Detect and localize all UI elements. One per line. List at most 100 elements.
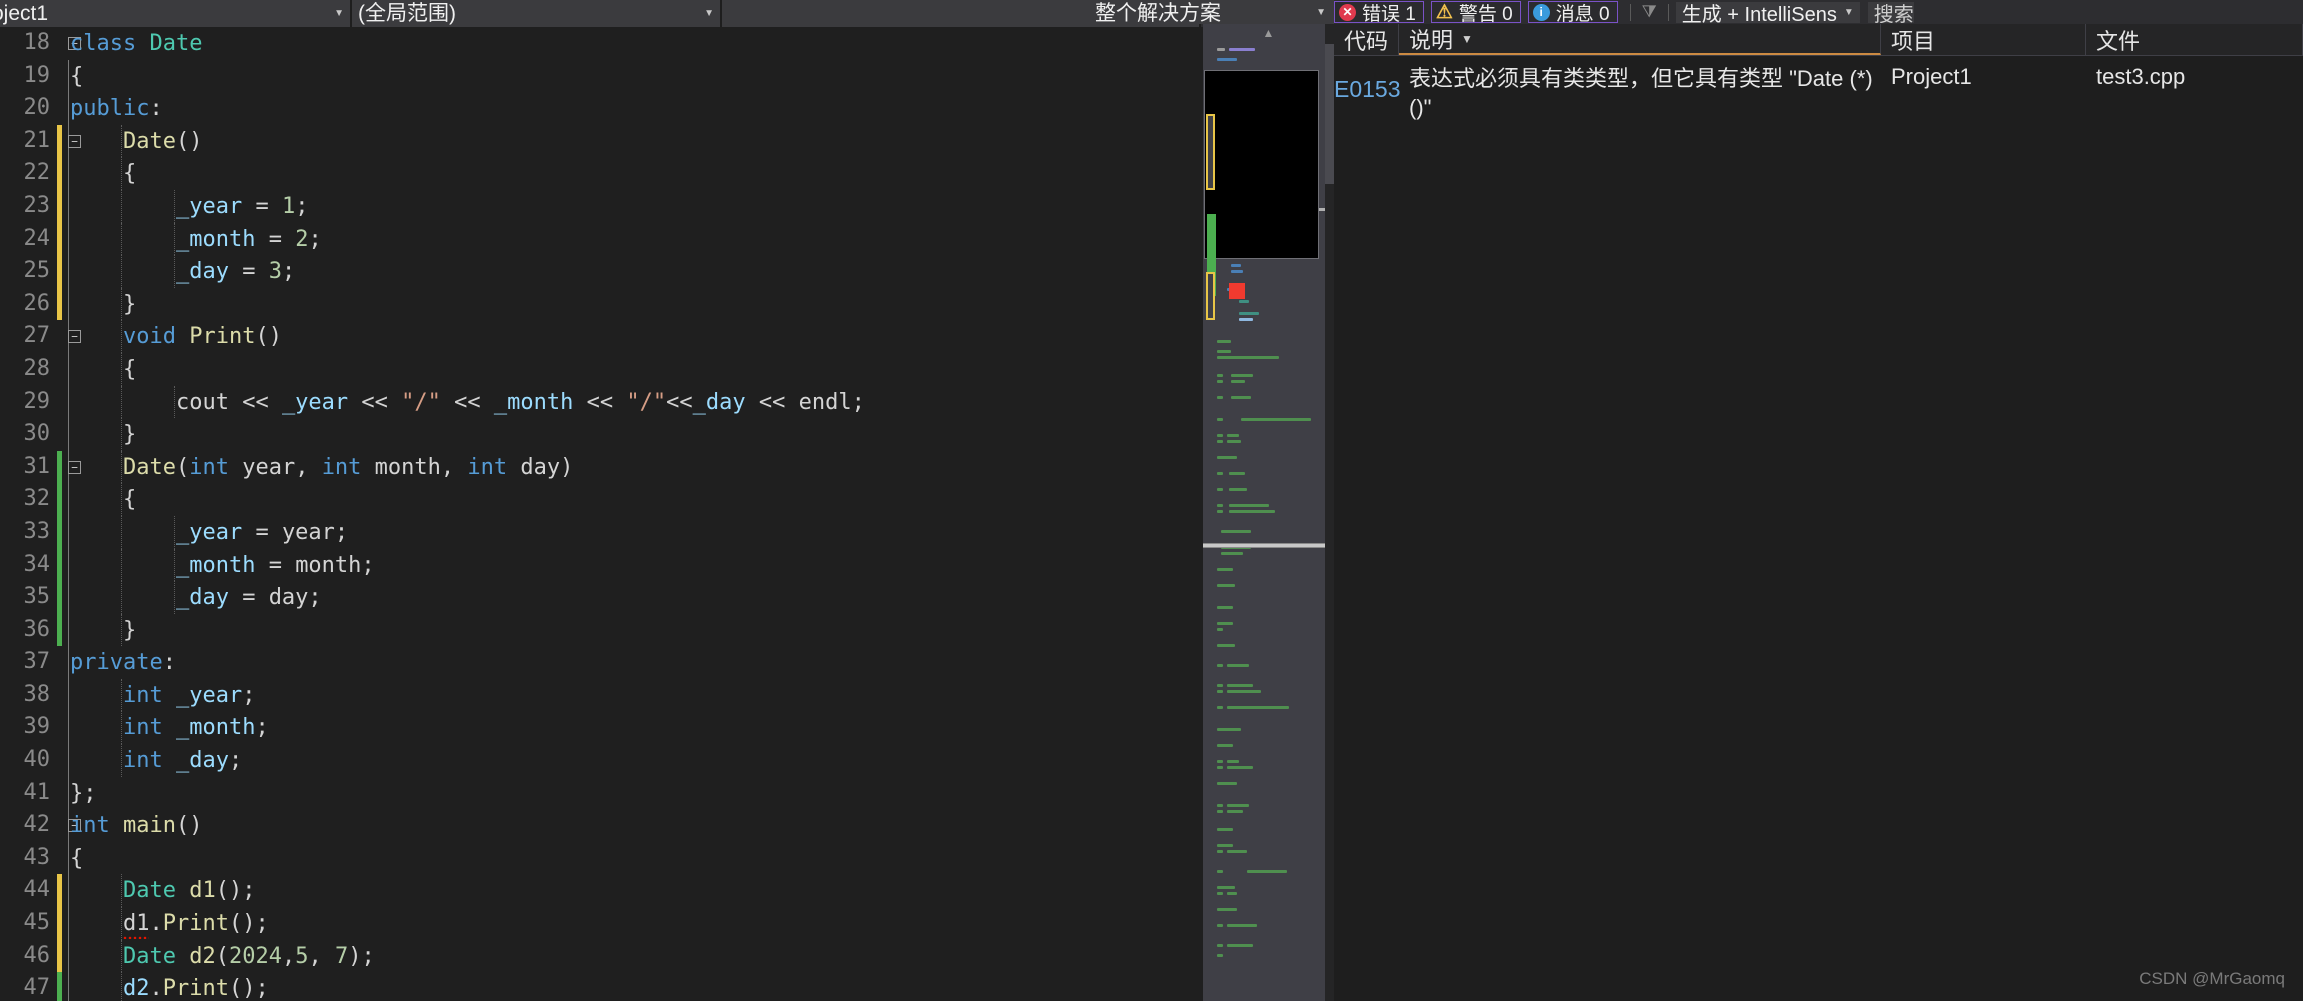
messages-toggle-button[interactable]: i 消息 0 bbox=[1528, 1, 1618, 23]
minimap-scrollbar[interactable] bbox=[1325, 0, 1334, 1001]
minimap-line bbox=[1227, 760, 1239, 763]
code-line[interactable]: 39 int _month; bbox=[0, 711, 1203, 744]
minimap-line bbox=[1217, 472, 1223, 475]
code-line[interactable]: 20public: bbox=[0, 92, 1203, 125]
line-number: 18 bbox=[10, 27, 50, 60]
minimap-line bbox=[1227, 684, 1253, 687]
change-marker-yellow bbox=[57, 190, 62, 223]
warnings-toggle-label: 警告 0 bbox=[1459, 0, 1513, 26]
editor-navigation-bar: oject1 ▼ (全局范围) ▼ ▼ bbox=[0, 0, 1203, 27]
code-text: _day = day; bbox=[70, 582, 322, 615]
minimap-line bbox=[1217, 886, 1235, 889]
code-line[interactable]: 37private: bbox=[0, 646, 1203, 679]
code-line[interactable]: 21− Date() bbox=[0, 125, 1203, 158]
code-line[interactable]: 47 d2.Print(); bbox=[0, 972, 1203, 1001]
project-scope-dropdown[interactable]: oject1 ▼ bbox=[0, 0, 352, 27]
change-marker-yellow bbox=[57, 223, 62, 256]
code-line[interactable]: 19{ bbox=[0, 60, 1203, 93]
code-line[interactable]: 44 Date d1(); bbox=[0, 874, 1203, 907]
code-line[interactable]: 41}; bbox=[0, 777, 1203, 810]
code-line[interactable]: 42−int main() bbox=[0, 809, 1203, 842]
minimap-line bbox=[1217, 374, 1223, 377]
line-number: 29 bbox=[10, 386, 50, 419]
line-number: 25 bbox=[10, 255, 50, 288]
code-line[interactable]: 22 { bbox=[0, 157, 1203, 190]
minimap-line bbox=[1227, 664, 1249, 667]
line-number: 38 bbox=[10, 679, 50, 712]
line-number: 42 bbox=[10, 809, 50, 842]
change-marker-yellow bbox=[57, 874, 62, 907]
code-line[interactable]: 43{ bbox=[0, 842, 1203, 875]
code-line[interactable]: 28 { bbox=[0, 353, 1203, 386]
code-line[interactable]: 34 _month = month; bbox=[0, 549, 1203, 582]
minimap-scrollbar-thumb[interactable] bbox=[1325, 44, 1334, 184]
minimap-line bbox=[1217, 488, 1223, 491]
code-line[interactable]: 35 _day = day; bbox=[0, 581, 1203, 614]
code-line[interactable]: 25 _day = 3; bbox=[0, 255, 1203, 288]
minimap-line bbox=[1217, 850, 1223, 853]
minimap-line bbox=[1217, 622, 1233, 625]
minimap-line bbox=[1229, 48, 1255, 51]
code-line[interactable]: 26 } bbox=[0, 288, 1203, 321]
change-marker-green bbox=[57, 581, 62, 614]
minimap-line bbox=[1227, 810, 1243, 813]
code-line[interactable]: 38 int _year; bbox=[0, 679, 1203, 712]
column-header-file[interactable]: 文件 bbox=[2086, 24, 2303, 55]
minimap-line bbox=[1227, 434, 1239, 437]
code-line[interactable]: 45 d1.Print(); bbox=[0, 907, 1203, 940]
error-scope-dropdown[interactable]: 整个解决方案 ▼ bbox=[1087, 0, 1334, 24]
code-line[interactable]: 27− void Print() bbox=[0, 320, 1203, 353]
error-code-cell: E0153 bbox=[1334, 56, 1399, 103]
column-header-project[interactable]: 项目 bbox=[1881, 24, 2086, 55]
error-list-row[interactable]: E0153 表达式必须具有类类型，但它具有类型 "Date (*)()" Pro… bbox=[1334, 56, 2303, 104]
column-header-code[interactable]: 代码 bbox=[1334, 24, 1399, 55]
code-line[interactable]: 23 _year = 1; bbox=[0, 190, 1203, 223]
minimap-line bbox=[1227, 924, 1257, 927]
line-number: 36 bbox=[10, 614, 50, 647]
minimap-line bbox=[1217, 418, 1223, 421]
minimap-error-marker bbox=[1229, 283, 1245, 299]
minimap-line bbox=[1217, 350, 1231, 353]
global-scope-dropdown[interactable]: (全局范围) ▼ bbox=[352, 0, 722, 27]
editor-minimap[interactable]: ▼ ▲ bbox=[1203, 0, 1334, 1001]
errors-toggle-button[interactable]: ✕ 错误 1 bbox=[1334, 1, 1424, 23]
line-number: 20 bbox=[10, 92, 50, 125]
filter-icon[interactable]: ⧩ bbox=[1636, 2, 1663, 22]
code-structure-line bbox=[68, 60, 69, 93]
minimap-viewport-highlight[interactable] bbox=[1204, 70, 1319, 259]
code-structure-line bbox=[68, 549, 69, 582]
warnings-toggle-button[interactable]: ⚠ 警告 0 bbox=[1431, 1, 1521, 23]
error-list-header-row: 代码 说明 ▼ 项目 文件 bbox=[1334, 24, 2303, 56]
code-line[interactable]: 24 _month = 2; bbox=[0, 223, 1203, 256]
code-line[interactable]: 18−class Date bbox=[0, 27, 1203, 60]
chevron-down-icon: ▼ bbox=[326, 8, 344, 19]
error-icon: ✕ bbox=[1339, 4, 1356, 21]
code-structure-line bbox=[68, 646, 69, 679]
build-source-dropdown[interactable]: 生成 + IntelliSens ▼ bbox=[1676, 2, 1860, 23]
error-project-cell: Project1 bbox=[1881, 56, 2086, 90]
code-line[interactable]: 30 } bbox=[0, 418, 1203, 451]
sort-descending-icon: ▼ bbox=[1461, 32, 1473, 46]
code-structure-line bbox=[68, 940, 69, 973]
minimap-line bbox=[1227, 850, 1247, 853]
minimap-line bbox=[1229, 488, 1247, 491]
code-line[interactable]: 29 cout << _year << "/" << _month << "/"… bbox=[0, 386, 1203, 419]
minimap-line bbox=[1217, 870, 1223, 873]
code-text: _month = 2; bbox=[70, 224, 322, 257]
code-text: } bbox=[70, 289, 136, 322]
search-input[interactable]: 搜索 bbox=[1868, 2, 1914, 23]
minimap-line bbox=[1217, 628, 1223, 631]
column-header-description[interactable]: 说明 ▼ bbox=[1399, 24, 1881, 55]
error-scope-label: 整个解决方案 bbox=[1095, 0, 1221, 27]
code-line[interactable]: 31− Date(int year, int month, int day) bbox=[0, 451, 1203, 484]
code-line[interactable]: 33 _year = year; bbox=[0, 516, 1203, 549]
code-text: _year = year; bbox=[70, 517, 348, 550]
line-number: 27 bbox=[10, 320, 50, 353]
code-editor[interactable]: 18−class Date19{20public:21− Date()22 {2… bbox=[0, 27, 1203, 1001]
code-line[interactable]: 36 } bbox=[0, 614, 1203, 647]
code-line[interactable]: 46 Date d2(2024,5, 7); bbox=[0, 940, 1203, 973]
code-line[interactable]: 32 { bbox=[0, 483, 1203, 516]
minimap-scroll-up-button[interactable]: ▲ bbox=[1203, 22, 1334, 44]
code-line[interactable]: 40 int _day; bbox=[0, 744, 1203, 777]
minimap-line bbox=[1217, 706, 1223, 709]
